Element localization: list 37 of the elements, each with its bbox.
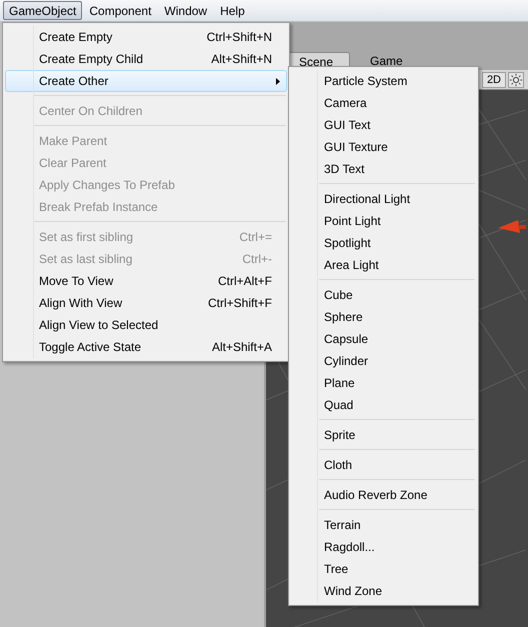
menu-item[interactable]: Terrain (291, 514, 476, 536)
menu-item[interactable]: Move To View Ctrl+Alt+F (5, 270, 287, 292)
menu-item[interactable]: Toggle Active State Alt+Shift+A (5, 336, 287, 358)
menu-item[interactable]: Directional Light (291, 188, 476, 210)
menu-item[interactable]: Cube (291, 284, 476, 306)
menu-item[interactable]: Quad (291, 394, 476, 416)
menu-bar-item[interactable]: Window (158, 1, 214, 20)
menu-item[interactable]: Capsule (291, 328, 476, 350)
menu-item[interactable]: Plane (291, 372, 476, 394)
menu-item[interactable]: Create Other (5, 70, 287, 92)
menu-item[interactable]: Wind Zone (291, 580, 476, 602)
menu-item[interactable]: Particle System (291, 70, 476, 92)
menu-item[interactable]: Spotlight (291, 232, 476, 254)
menu-item[interactable]: Align With View Ctrl+Shift+F (5, 292, 287, 314)
menu-bar-item[interactable]: Component (83, 1, 158, 20)
menu-item[interactable]: Align View to Selected (5, 314, 287, 336)
scene-tab[interactable]: Game (360, 52, 413, 70)
mode-toggle-button[interactable]: 2D (482, 72, 506, 88)
menu-item[interactable]: Sphere (291, 306, 476, 328)
menu-item[interactable]: Area Light (291, 254, 476, 276)
menu-item[interactable]: Create Empty Ctrl+Shift+N (5, 26, 287, 48)
arrow-icon (498, 219, 526, 235)
menu-bar-item[interactable]: Help (214, 1, 251, 20)
menu-item[interactable]: Cylinder (291, 350, 476, 372)
menu-bar-item[interactable]: GameObject (3, 1, 82, 20)
menu-item[interactable]: Camera (291, 92, 476, 114)
menu-item[interactable]: GUI Texture (291, 136, 476, 158)
menu-item[interactable]: Cloth (291, 454, 476, 476)
menu-item[interactable]: Audio Reverb Zone (291, 484, 476, 506)
menu-item[interactable]: Sprite (291, 424, 476, 446)
sun-icon[interactable] (508, 72, 524, 88)
menu-item[interactable]: GUI Text (291, 114, 476, 136)
menu-item[interactable]: Tree (291, 558, 476, 580)
menu-item[interactable]: Point Light (291, 210, 476, 232)
submenu-arrow-icon (276, 78, 280, 84)
menu-item[interactable]: Ragdoll... (291, 536, 476, 558)
menu-item[interactable]: 3D Text (291, 158, 476, 180)
